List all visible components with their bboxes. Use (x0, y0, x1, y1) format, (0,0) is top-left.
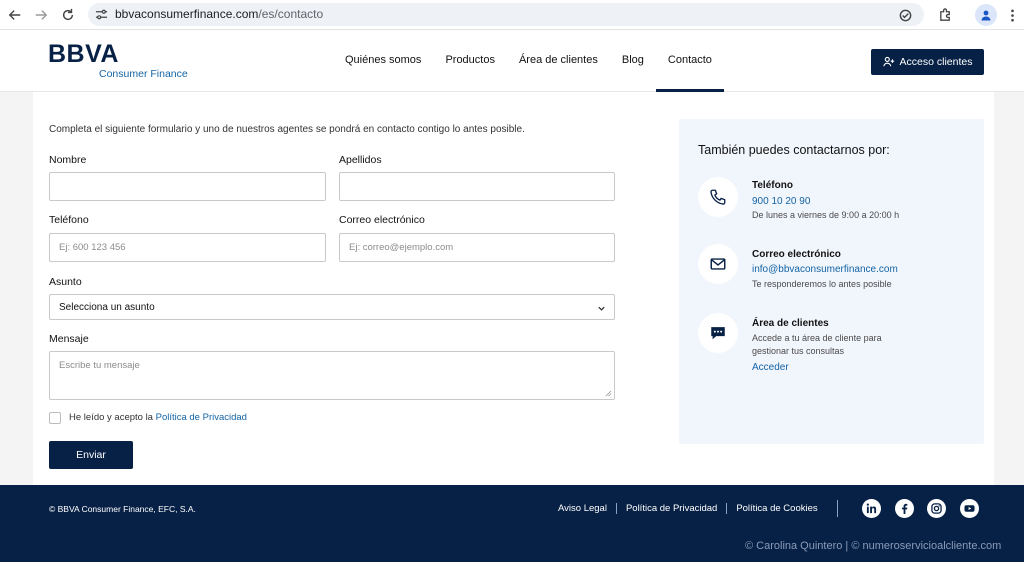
site-footer: © BBVA Consumer Finance, EFC, S.A. Aviso… (0, 485, 1024, 562)
mensaje-placeholder: Escribe tu mensaje (59, 360, 140, 371)
reload-button[interactable] (58, 5, 78, 25)
extension-button[interactable] (895, 5, 915, 25)
email-label: Correo electrónico (339, 214, 425, 226)
nombre-label: Nombre (49, 154, 87, 166)
asunto-select[interactable]: Selecciona un asunto (49, 294, 615, 320)
resize-grip-icon[interactable] (605, 390, 612, 397)
nav-productos[interactable]: Productos (433, 30, 507, 92)
privacy-consent: He leído y acepto la Política de Privaci… (69, 412, 247, 423)
copyright: © BBVA Consumer Finance, EFC, S.A. (49, 504, 196, 514)
access-clients-label: Acceso clientes (899, 56, 973, 68)
mensaje-textarea[interactable]: Escribe tu mensaje (49, 351, 615, 400)
linkedin-icon (866, 503, 877, 514)
phone-hours: De lunes a viernes de 9:00 a 20:00 h (752, 210, 900, 220)
footer-links: Aviso Legal Política de Privacidad Polít… (558, 503, 818, 514)
shield-extension-icon (899, 9, 911, 21)
email-input[interactable]: Ej: correo@ejemplo.com (339, 233, 615, 262)
logo-subtitle: Consumer Finance (99, 68, 188, 80)
area-clientes-description: Accede a tu área de cliente para gestion… (752, 333, 882, 356)
telefono-label: Teléfono (49, 214, 89, 226)
email-address-link[interactable]: info@bbvaconsumerfinance.com (752, 264, 898, 275)
bbva-logo[interactable]: BBVA (48, 40, 119, 69)
phone-icon (710, 189, 726, 205)
privacy-consent-text: He leído y acepto la (69, 412, 156, 423)
chat-icon-circle (698, 313, 738, 353)
nav-area-clientes[interactable]: Área de clientes (507, 30, 610, 92)
facebook-icon (902, 503, 908, 514)
mail-icon-circle (698, 244, 738, 284)
acceder-link[interactable]: Acceder (752, 362, 789, 373)
footer-separator (726, 503, 728, 514)
apellidos-label: Apellidos (339, 154, 382, 166)
nombre-input[interactable] (49, 172, 326, 201)
phone-icon-circle (698, 177, 738, 217)
browser-toolbar: bbvaconsumerfinance.com/es/contacto (0, 0, 1024, 30)
puzzle-icon (939, 7, 950, 21)
facebook-button[interactable] (895, 499, 914, 518)
url-text: bbvaconsumerfinance.com/es/contacto (115, 7, 324, 21)
address-bar[interactable]: bbvaconsumerfinance.com/es/contacto (88, 3, 924, 26)
instagram-button[interactable] (927, 499, 946, 518)
email-title: Correo electrónico (752, 249, 841, 260)
instagram-icon (931, 503, 942, 514)
email-note: Te responderemos lo antes posible (752, 279, 892, 289)
user-plus-icon (882, 56, 894, 67)
more-vertical-icon (1010, 9, 1014, 21)
chevron-down-icon (598, 306, 605, 311)
area-clientes-title: Área de clientes (752, 318, 829, 329)
main-navigation: Quiénes somos Productos Área de clientes… (333, 30, 724, 92)
forward-button[interactable] (31, 5, 51, 25)
contact-options-title: También puedes contactarnos por: (698, 143, 890, 157)
site-settings-icon[interactable] (95, 8, 108, 21)
form-intro: Completa el siguiente formulario y uno d… (49, 124, 525, 135)
browser-menu-button[interactable] (1002, 5, 1022, 25)
youtube-icon (964, 505, 975, 512)
cookies-policy-link[interactable]: Política de Cookies (736, 503, 817, 514)
privacy-policy-link[interactable]: Política de Privacidad (156, 412, 247, 423)
back-button[interactable] (5, 5, 25, 25)
footer-divider (837, 500, 838, 517)
asunto-label: Asunto (49, 276, 82, 288)
nav-contacto[interactable]: Contacto (655, 30, 724, 92)
asunto-selected-value: Selecciona un asunto (59, 301, 155, 313)
aviso-legal-link[interactable]: Aviso Legal (558, 503, 607, 514)
arrow-left-icon (8, 10, 21, 20)
nav-blog[interactable]: Blog (610, 30, 656, 92)
telefono-input[interactable]: Ej: 600 123 456 (49, 233, 326, 262)
privacy-policy-footer-link[interactable]: Política de Privacidad (626, 503, 717, 514)
extensions-menu-button[interactable] (935, 5, 955, 25)
mail-icon (710, 258, 726, 270)
access-clients-button[interactable]: Acceso clientes (871, 49, 984, 75)
chat-icon (711, 327, 725, 340)
user-icon (981, 10, 991, 21)
send-button[interactable]: Enviar (49, 441, 133, 469)
phone-number-link[interactable]: 900 10 20 90 (752, 196, 810, 207)
site-header: BBVA Consumer Finance Quiénes somos Prod… (0, 30, 1024, 92)
footer-separator (615, 503, 617, 514)
profile-avatar[interactable] (975, 4, 997, 26)
reload-icon (62, 8, 74, 21)
arrow-right-icon (35, 10, 48, 20)
youtube-button[interactable] (960, 499, 979, 518)
watermark-text: © Carolina Quintero | © numeroservicioal… (745, 540, 1002, 552)
mensaje-label: Mensaje (49, 333, 89, 345)
phone-title: Teléfono (752, 180, 793, 191)
privacy-checkbox[interactable] (49, 412, 61, 424)
nav-quienes-somos[interactable]: Quiénes somos (333, 30, 433, 92)
apellidos-input[interactable] (339, 172, 615, 201)
linkedin-button[interactable] (862, 499, 881, 518)
